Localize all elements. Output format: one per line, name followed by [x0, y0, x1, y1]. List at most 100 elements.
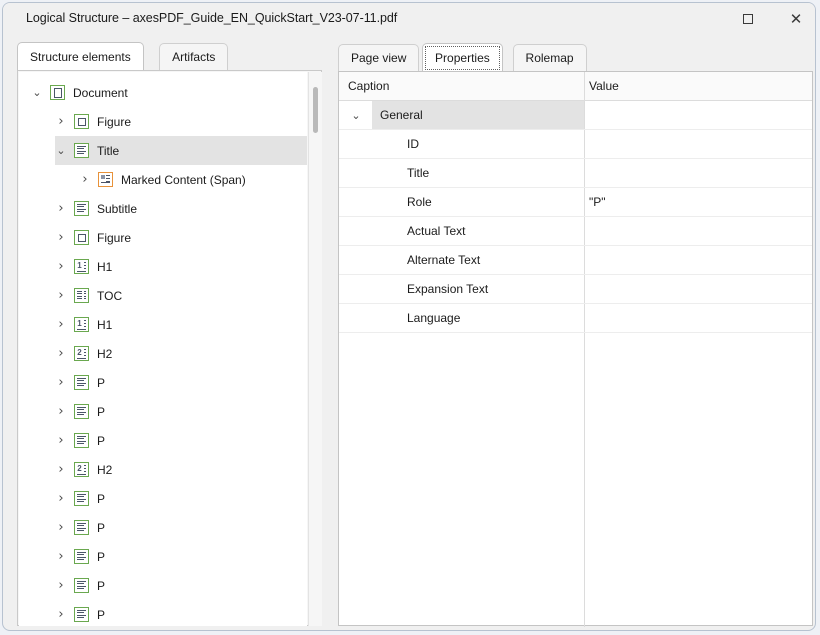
tree-item-h1[interactable]: › 1 H1 [19, 252, 307, 281]
property-row-id[interactable]: ID [339, 130, 812, 159]
heading2-icon: 2 [74, 346, 89, 361]
tree-item-title[interactable]: ⌄ Title [19, 136, 307, 165]
tab-page-view[interactable]: Page view [338, 44, 420, 71]
chevron-right-icon[interactable]: › [52, 107, 70, 136]
tab-structure-elements[interactable]: Structure elements [17, 42, 144, 70]
column-header-value[interactable]: Value [589, 79, 619, 93]
chevron-right-icon[interactable]: › [52, 397, 70, 426]
tree-item-marked-content-span[interactable]: › Marked Content (Span) [19, 165, 307, 194]
property-row-alternate-text[interactable]: Alternate Text [339, 246, 812, 275]
logical-structure-window: Logical Structure – axesPDF_Guide_EN_Qui… [2, 2, 816, 631]
tree-scrollbar-track[interactable] [308, 72, 322, 626]
tree-item-p[interactable]: › P [19, 571, 307, 600]
tree-item-label: Marked Content (Span) [121, 173, 246, 187]
chevron-right-icon[interactable]: › [52, 339, 70, 368]
paragraph-icon [74, 375, 89, 390]
chevron-right-icon[interactable]: › [52, 252, 70, 281]
tree-item-label: Document [73, 86, 128, 100]
tree-item-figure[interactable]: › Figure [19, 107, 307, 136]
heading1-icon: 1 [74, 317, 89, 332]
tree-item-label: H2 [97, 463, 113, 477]
tab-properties[interactable]: Properties [422, 43, 503, 71]
maximize-button[interactable] [725, 3, 771, 35]
properties-tabstrip: Page view Properties Rolemap [338, 43, 813, 71]
chevron-right-icon[interactable]: › [52, 223, 70, 252]
structure-tree-panel: ⌄ Document › Figure ⌄ Title › Marked Content (S… [17, 70, 322, 626]
tree-item-label: P [97, 550, 106, 564]
chevron-right-icon[interactable]: › [52, 571, 70, 600]
title-bar: Logical Structure – axesPDF_Guide_EN_Qui… [3, 3, 815, 35]
tree-scrollbar-thumb[interactable] [313, 87, 318, 133]
chevron-down-icon[interactable]: ⌄ [52, 136, 70, 165]
tree-item-subtitle[interactable]: › Subtitle [19, 194, 307, 223]
document-icon [50, 85, 65, 100]
tree-item-label: Title [97, 144, 120, 158]
tree-item-p[interactable]: › P [19, 397, 307, 426]
toc-icon [74, 288, 89, 303]
properties-grid-header: Caption Value [339, 72, 812, 101]
tab-artifacts[interactable]: Artifacts [159, 43, 229, 70]
property-caption: Role [407, 195, 432, 209]
paragraph-icon [74, 143, 89, 158]
tree-item-h2[interactable]: › 2 H2 [19, 455, 307, 484]
close-button[interactable]: ✕ [773, 3, 815, 35]
tree-item-p[interactable]: › P [19, 513, 307, 542]
chevron-right-icon[interactable]: › [52, 368, 70, 397]
tree-item-p[interactable]: › P [19, 426, 307, 455]
tree-item-figure[interactable]: › Figure [19, 223, 307, 252]
property-row-title[interactable]: Title [339, 159, 812, 188]
tree-item-document[interactable]: ⌄ Document [19, 78, 307, 107]
chevron-right-icon[interactable]: › [52, 281, 70, 310]
property-row-actual-text[interactable]: Actual Text [339, 217, 812, 246]
tree-item-p[interactable]: › P [19, 542, 307, 571]
paragraph-icon [74, 491, 89, 506]
tree-item-p[interactable]: › P [19, 600, 307, 626]
property-row-expansion-text[interactable]: Expansion Text [339, 275, 812, 304]
figure-icon [74, 230, 89, 245]
tree-item-h2[interactable]: › 2 H2 [19, 339, 307, 368]
chevron-right-icon[interactable]: › [52, 542, 70, 571]
close-icon: ✕ [789, 9, 803, 28]
property-row-role[interactable]: Role "P" [339, 188, 812, 217]
paragraph-icon [74, 578, 89, 593]
chevron-down-icon[interactable]: ⌄ [28, 78, 46, 107]
tree-item-h1[interactable]: › 1 H1 [19, 310, 307, 339]
tree-item-label: Figure [97, 231, 132, 245]
tree-item-label: P [97, 521, 106, 535]
paragraph-icon [74, 201, 89, 216]
chevron-right-icon[interactable]: › [52, 600, 70, 626]
chevron-right-icon[interactable]: › [52, 426, 70, 455]
chevron-down-icon[interactable]: ⌄ [347, 101, 365, 129]
heading1-icon: 1 [74, 259, 89, 274]
tree-item-label: P [97, 608, 106, 622]
tree-item-p[interactable]: › P [19, 368, 307, 397]
paragraph-icon [74, 433, 89, 448]
chevron-right-icon[interactable]: › [52, 310, 70, 339]
properties-grid-panel: Caption Value ⌄ General ID Title Role "P" Actu… [338, 71, 813, 627]
tab-label: Page view [351, 51, 407, 65]
chevron-right-icon[interactable]: › [52, 484, 70, 513]
structure-tabstrip: Structure elements Artifacts [17, 42, 322, 70]
tab-focus-ring [425, 46, 500, 70]
tree-item-label: TOC [97, 289, 123, 303]
tree-item-label: H2 [97, 347, 113, 361]
tree-item-label: P [97, 492, 106, 506]
column-header-caption[interactable]: Caption [348, 79, 389, 93]
property-caption: Expansion Text [407, 282, 489, 296]
property-row-general[interactable]: ⌄ General [339, 101, 812, 130]
tab-rolemap[interactable]: Rolemap [512, 44, 587, 71]
tree-item-p[interactable]: › P [19, 484, 307, 513]
property-value[interactable]: "P" [589, 195, 606, 209]
tab-label: Structure elements [30, 49, 131, 64]
chevron-right-icon[interactable]: › [52, 513, 70, 542]
chevron-right-icon[interactable]: › [52, 455, 70, 484]
structure-tree[interactable]: ⌄ Document › Figure ⌄ Title › Marked Content (S… [19, 72, 307, 626]
property-caption: Actual Text [407, 224, 466, 238]
property-caption: ID [407, 137, 419, 151]
paragraph-icon [74, 520, 89, 535]
chevron-right-icon[interactable]: › [52, 194, 70, 223]
tree-item-label: H1 [97, 318, 113, 332]
tree-item-toc[interactable]: › TOC [19, 281, 307, 310]
property-row-language[interactable]: Language [339, 304, 812, 333]
chevron-right-icon[interactable]: › [76, 165, 94, 194]
